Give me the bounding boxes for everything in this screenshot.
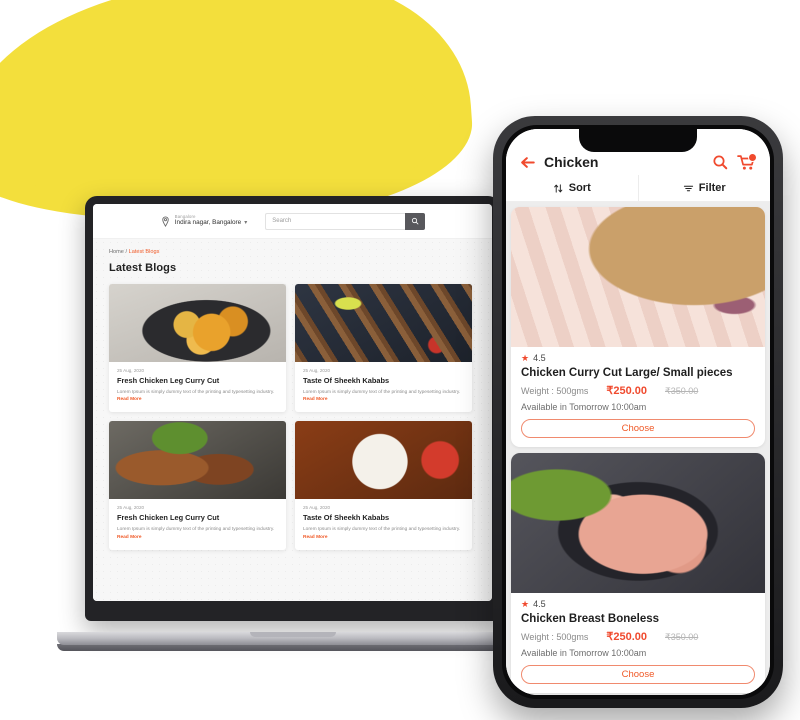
product-weight: Weight : 500gms	[521, 632, 589, 642]
rating: ★ 4.5	[521, 353, 755, 363]
blog-card-title: Fresh Chicken Leg Curry Cut	[117, 513, 220, 523]
blog-card-title: Taste Of Sheekh Kababs	[303, 376, 390, 385]
laptop-lid: Bangalore Indira nagar, Bangalore ▾ Sear…	[85, 196, 500, 621]
phone-mockup: Chicken Sort Filter ★ 4.5 Chicken Curry …	[493, 116, 783, 708]
blog-card-image	[295, 421, 472, 500]
search-input[interactable]: Search	[265, 212, 406, 230]
breadcrumb-current: Latest Blogs	[128, 249, 160, 255]
sort-label: Sort	[568, 182, 591, 194]
breadcrumb-home[interactable]: Home	[109, 249, 124, 255]
blog-card[interactable]: 25 Aug, 2020 Fresh Chicken Leg Curry Cut…	[109, 284, 286, 413]
laptop-base-shadow	[57, 644, 528, 651]
blog-card-excerpt: Lorem Ipsum is simply dummy text of the …	[117, 390, 275, 403]
site-header: Bangalore Indira nagar, Bangalore ▾ Sear…	[93, 204, 492, 239]
phone-screen: Chicken Sort Filter ★ 4.5 Chicken Curry …	[506, 129, 770, 695]
product-mrp: ₹350.00	[665, 632, 699, 642]
product-image	[511, 453, 765, 593]
blog-card-title: Fresh Chicken Leg Curry Cut	[117, 376, 220, 385]
star-icon: ★	[521, 352, 530, 363]
choose-button[interactable]: Choose	[521, 419, 755, 438]
breadcrumb-separator: /	[125, 249, 128, 255]
search-bar[interactable]: Search	[265, 212, 426, 230]
rating-value: 4.5	[533, 599, 546, 609]
breadcrumb: Home / Latest Blogs	[109, 249, 476, 255]
sort-arrows-icon	[553, 183, 563, 193]
sort-button[interactable]: Sort	[506, 175, 639, 201]
location-pin-icon	[162, 215, 169, 227]
filter-lines-icon	[683, 185, 693, 191]
blog-card-image	[109, 421, 286, 500]
search-icon	[412, 217, 419, 225]
read-more-link[interactable]: Read More	[303, 535, 328, 540]
blog-card-title: Taste Of Sheekh Kababs	[303, 513, 390, 523]
read-more-link[interactable]: Read More	[303, 397, 328, 402]
product-name: Chicken Curry Cut Large/ Small pieces	[521, 367, 733, 379]
blog-card-grid: 25 Aug, 2020 Fresh Chicken Leg Curry Cut…	[109, 284, 476, 550]
laptop-base	[57, 632, 528, 645]
search-submit-button[interactable]	[405, 212, 426, 230]
blog-card-image	[109, 284, 286, 362]
read-more-link[interactable]: Read More	[117, 397, 142, 402]
read-more-link[interactable]: Read More	[117, 535, 142, 540]
filter-button[interactable]: Filter	[639, 175, 771, 201]
blog-card-date: 25 Aug, 2020	[303, 505, 331, 511]
star-icon: ★	[521, 598, 530, 609]
blog-card-date: 25 Aug, 2020	[117, 505, 145, 511]
product-mrp: ₹350.00	[665, 386, 699, 396]
laptop-mockup: Bangalore Indira nagar, Bangalore ▾ Sear…	[57, 196, 528, 651]
product-weight: Weight : 500gms	[521, 386, 589, 396]
phone-notch	[579, 129, 697, 152]
product-availability: Available in Tomorrow 10:00am	[521, 402, 647, 412]
phone-bezel: Chicken Sort Filter ★ 4.5 Chicken Curry …	[502, 125, 774, 699]
rating-value: 4.5	[533, 353, 546, 363]
blog-card-excerpt: Lorem Ipsum is simply dummy text of the …	[303, 527, 461, 540]
product-name: Chicken Breast Boneless	[521, 613, 660, 625]
sort-filter-bar: Sort Filter	[506, 175, 770, 202]
chevron-down-icon: ▾	[244, 220, 248, 227]
blog-card[interactable]: 25 Aug, 2020 Taste Of Sheekh Kababs Lore…	[295, 284, 472, 413]
page-title: Latest Blogs	[109, 262, 177, 274]
blog-card[interactable]: 25 Aug, 2020 Taste Of Sheekh Kababs Lore…	[295, 421, 472, 550]
site-content: Home / Latest Blogs Latest Blogs 25 Aug,…	[93, 239, 492, 601]
blog-card-image	[295, 284, 472, 362]
filter-label: Filter	[698, 182, 726, 194]
laptop-screen: Bangalore Indira nagar, Bangalore ▾ Sear…	[93, 204, 492, 601]
cart-badge	[748, 152, 757, 162]
choose-button[interactable]: Choose	[521, 665, 755, 684]
composition: Bangalore Indira nagar, Bangalore ▾ Sear…	[0, 0, 800, 720]
blog-card-excerpt: Lorem Ipsum is simply dummy text of the …	[303, 390, 461, 403]
blog-card-date: 25 Aug, 2020	[303, 368, 331, 373]
product-card[interactable]: ★ 4.5 Chicken Curry Cut Large/ Small pie…	[511, 207, 765, 447]
product-price: ₹250.00	[606, 385, 648, 397]
product-price: ₹250.00	[606, 631, 648, 643]
blog-card-excerpt: Lorem Ipsum is simply dummy text of the …	[117, 527, 275, 540]
product-image	[511, 207, 765, 347]
product-availability: Available in Tomorrow 10:00am	[521, 648, 647, 658]
cart-button[interactable]	[737, 152, 757, 171]
location-address: Indira nagar, Bangalore	[174, 218, 242, 226]
blog-card-date: 25 Aug, 2020	[117, 368, 145, 373]
app-title: Chicken	[544, 154, 599, 170]
rating: ★ 4.5	[521, 599, 755, 609]
location-selector[interactable]: Bangalore Indira nagar, Bangalore ▾	[160, 215, 248, 227]
arrow-left-icon[interactable]	[520, 156, 535, 169]
product-card[interactable]: ★ 4.5 Chicken Breast Boneless Weight : 5…	[511, 453, 765, 693]
product-list[interactable]: ★ 4.5 Chicken Curry Cut Large/ Small pie…	[506, 202, 770, 695]
search-icon[interactable]	[712, 154, 728, 170]
blog-card[interactable]: 25 Aug, 2020 Fresh Chicken Leg Curry Cut…	[109, 421, 286, 550]
